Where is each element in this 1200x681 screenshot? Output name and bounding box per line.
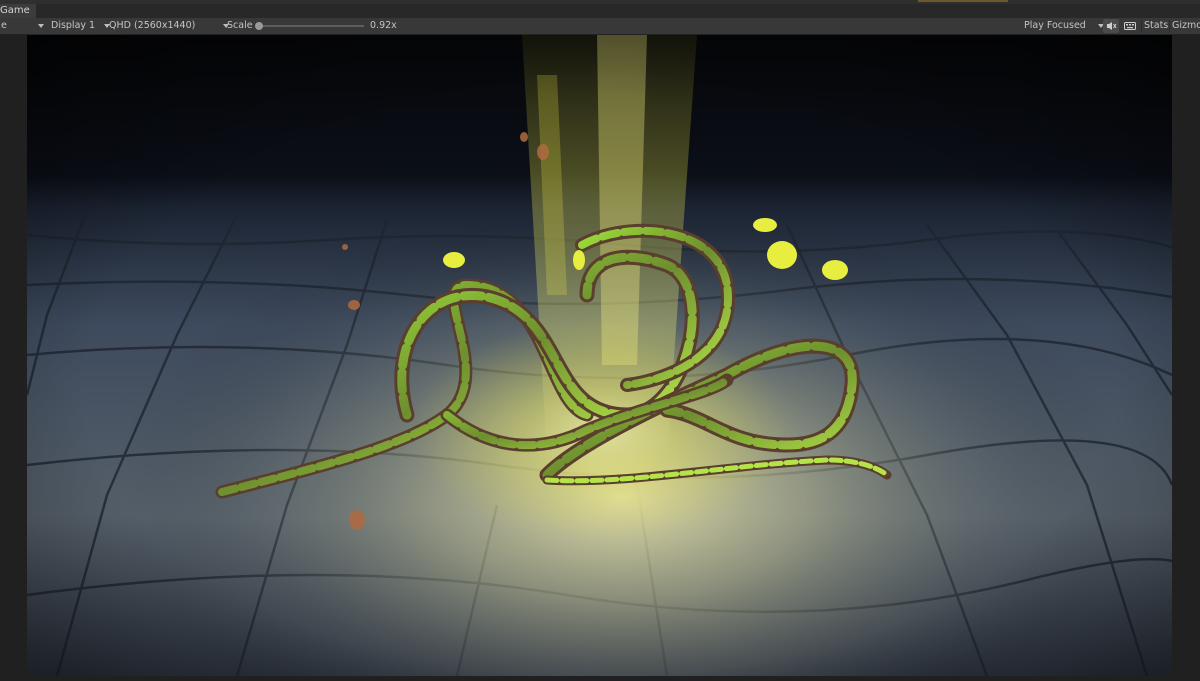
mute-audio-icon: [1107, 22, 1117, 30]
display-dropdown-label: Display 1: [51, 20, 96, 31]
bottom-status-strip: [0, 676, 1200, 681]
keyboard-button[interactable]: [1122, 19, 1138, 33]
scale-slider-track[interactable]: [258, 25, 364, 27]
tab-game-label: Game: [0, 5, 30, 16]
keyboard-icon: [1124, 22, 1136, 30]
right-panel-edge: [1172, 35, 1200, 681]
scale-slider-thumb[interactable]: [255, 22, 263, 30]
mode-dropdown-label: e: [1, 20, 7, 31]
tab-row: Game: [0, 4, 1200, 18]
caret-down-icon: [37, 23, 44, 28]
game-viewport[interactable]: [27, 35, 1172, 676]
tab-game[interactable]: Game: [0, 4, 36, 18]
stats-button[interactable]: Stats: [1144, 18, 1168, 34]
scale-value: 0.92x: [370, 20, 397, 31]
play-mode-dropdown[interactable]: Play Focused: [1024, 18, 1104, 34]
resolution-dropdown[interactable]: QHD (2560x1440): [109, 18, 230, 34]
resolution-dropdown-label: QHD (2560x1440): [109, 20, 196, 31]
game-render: [27, 35, 1172, 676]
scale-label: Scale: [227, 20, 253, 31]
mode-dropdown[interactable]: e: [1, 18, 44, 34]
mute-audio-button[interactable]: [1103, 19, 1119, 33]
display-dropdown[interactable]: Display 1: [51, 18, 111, 34]
game-view-toolbar: e Display 1 QHD (2560x1440) Scale 0.92x …: [0, 18, 1200, 35]
gizmos-button[interactable]: Gizmos: [1172, 18, 1200, 34]
left-panel-edge: [0, 35, 27, 681]
play-mode-label: Play Focused: [1024, 20, 1086, 31]
toolbar-divider: [1141, 20, 1142, 32]
toolbar-divider: [1169, 20, 1170, 32]
title-highlight: [918, 0, 1008, 2]
